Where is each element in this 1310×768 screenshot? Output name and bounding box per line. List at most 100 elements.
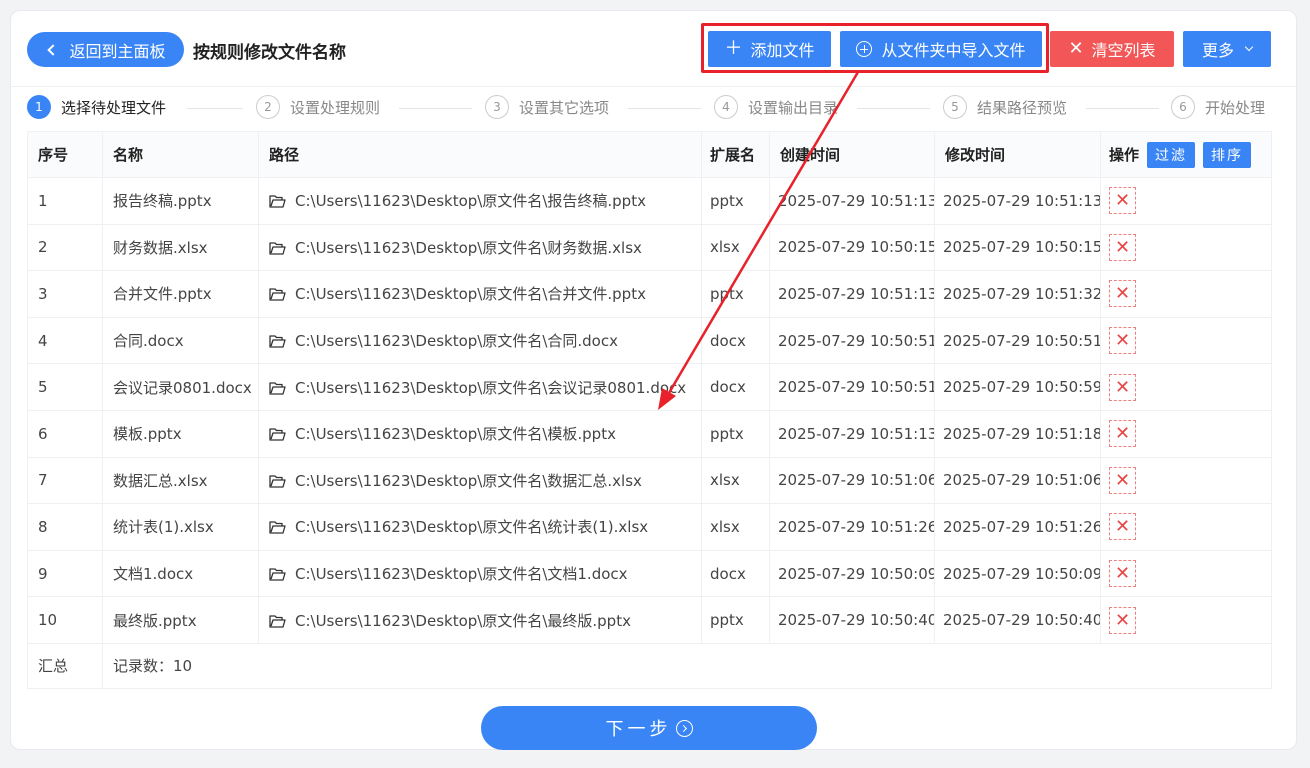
header-action-label: 操作 bbox=[1109, 146, 1140, 164]
cell-name: 财务数据.xlsx bbox=[102, 223, 259, 272]
table-header-row: 序号 名称 路径 扩展名 创建时间 修改时间 操作 过滤 排序 bbox=[27, 131, 1272, 178]
cell-index: 8 bbox=[27, 503, 103, 551]
table-row[interactable]: 5 会议记录0801.docx C:\Users\11623\Desktop\原文件… bbox=[27, 363, 1272, 411]
cell-modified-time: 2025-07-29 10:51:32 bbox=[934, 270, 1101, 318]
folder-icon[interactable] bbox=[269, 241, 286, 255]
cell-path: C:\Users\11623\Desktop\原文件名\会议记录0801.doc… bbox=[258, 363, 702, 411]
delete-row-button[interactable]: ✕ bbox=[1109, 373, 1136, 401]
cell-name: 最终版.pptx bbox=[102, 596, 259, 644]
delete-row-button[interactable]: ✕ bbox=[1109, 327, 1136, 355]
clear-list-label: 清空列表 bbox=[1091, 41, 1156, 60]
cell-path-text: C:\Users\11623\Desktop\原文件名\合并文件.pptx bbox=[295, 285, 646, 304]
folder-icon[interactable] bbox=[269, 474, 286, 488]
cell-extension: pptx bbox=[701, 596, 770, 644]
header-modified-time: 修改时间 bbox=[934, 131, 1101, 178]
chevron-left-icon bbox=[47, 43, 60, 56]
cell-actions: ✕ bbox=[1100, 596, 1272, 644]
import-from-folder-button[interactable]: 从文件夹中导入文件 bbox=[840, 31, 1042, 67]
circle-plus-icon bbox=[856, 41, 873, 57]
cell-path: C:\Users\11623\Desktop\原文件名\统计表(1).xlsx bbox=[258, 503, 702, 551]
close-icon: ✕ bbox=[1114, 469, 1131, 491]
import-folder-label: 从文件夹中导入文件 bbox=[881, 41, 1026, 60]
header-path: 路径 bbox=[258, 131, 702, 178]
more-button[interactable]: 更多 bbox=[1183, 31, 1271, 67]
cell-created-time: 2025-07-29 10:50:40 bbox=[769, 596, 935, 644]
delete-row-button[interactable]: ✕ bbox=[1109, 187, 1136, 215]
delete-row-button[interactable]: ✕ bbox=[1109, 606, 1136, 634]
step-number: 1 bbox=[27, 95, 51, 119]
header-index: 序号 bbox=[27, 131, 103, 178]
step-number: 6 bbox=[1171, 95, 1195, 119]
table-row[interactable]: 9 文档1.docx C:\Users\11623\Desktop\原文件名\文档1… bbox=[27, 549, 1272, 598]
next-step-button[interactable]: 下一步 bbox=[481, 706, 817, 750]
step-label: 结果路径预览 bbox=[977, 98, 1068, 117]
delete-row-button[interactable]: ✕ bbox=[1109, 280, 1136, 308]
step-label: 设置其它选项 bbox=[519, 98, 610, 117]
cell-index: 1 bbox=[27, 177, 103, 225]
cell-actions: ✕ bbox=[1100, 270, 1272, 318]
table-row[interactable]: 8 统计表(1).xlsx C:\Users\11623\Desktop\原文件名\… bbox=[27, 503, 1272, 551]
cell-index: 7 bbox=[27, 456, 103, 505]
cell-path: C:\Users\11623\Desktop\原文件名\最终版.pptx bbox=[258, 596, 702, 644]
cell-extension: docx bbox=[701, 549, 770, 598]
cell-path-text: C:\Users\11623\Desktop\原文件名\最终版.pptx bbox=[295, 611, 631, 630]
cell-path-text: C:\Users\11623\Desktop\原文件名\模板.pptx bbox=[295, 425, 616, 444]
step-connector bbox=[399, 108, 472, 109]
delete-row-button[interactable]: ✕ bbox=[1109, 466, 1136, 494]
folder-icon[interactable] bbox=[269, 614, 286, 628]
folder-icon[interactable] bbox=[269, 381, 286, 395]
add-file-button[interactable]: ＋ 添加文件 bbox=[708, 31, 831, 67]
back-button-label: 返回到主面板 bbox=[69, 41, 166, 61]
cell-path: C:\Users\11623\Desktop\原文件名\模板.pptx bbox=[258, 409, 702, 458]
header-actions: 操作 过滤 排序 bbox=[1100, 131, 1272, 178]
table-row[interactable]: 1 报告终稿.pptx C:\Users\11623\Desktop\原文件名\报告… bbox=[27, 177, 1272, 225]
cell-extension: xlsx bbox=[701, 223, 770, 272]
delete-row-button[interactable]: ✕ bbox=[1109, 233, 1136, 261]
cell-actions: ✕ bbox=[1100, 223, 1272, 272]
cell-created-time: 2025-07-29 10:51:26 bbox=[769, 503, 935, 551]
cell-path-text: C:\Users\11623\Desktop\原文件名\会议记录0801.doc… bbox=[295, 378, 687, 397]
delete-row-button[interactable]: ✕ bbox=[1109, 560, 1136, 588]
more-label: 更多 bbox=[1201, 41, 1234, 60]
step-label: 设置输出目录 bbox=[748, 98, 839, 117]
delete-row-button[interactable]: ✕ bbox=[1109, 420, 1136, 448]
close-icon: ✕ bbox=[1114, 236, 1131, 258]
folder-icon[interactable] bbox=[269, 194, 286, 208]
cell-name: 文档1.docx bbox=[102, 549, 259, 598]
table-row[interactable]: 4 合同.docx C:\Users\11623\Desktop\原文件名\合同.d… bbox=[27, 316, 1272, 365]
page-title: 按规则修改文件名称 bbox=[193, 43, 346, 63]
cell-path-text: C:\Users\11623\Desktop\原文件名\报告终稿.pptx bbox=[295, 192, 646, 211]
cell-name: 合并文件.pptx bbox=[102, 270, 259, 318]
folder-icon[interactable] bbox=[269, 567, 286, 581]
plus-icon: ＋ bbox=[724, 38, 743, 59]
close-icon: ✕ bbox=[1114, 423, 1131, 445]
cell-modified-time: 2025-07-29 10:50:59 bbox=[934, 363, 1101, 411]
table-row[interactable]: 3 合并文件.pptx C:\Users\11623\Desktop\原文件名\合并… bbox=[27, 270, 1272, 318]
close-icon: ✕ bbox=[1114, 283, 1131, 305]
folder-icon[interactable] bbox=[269, 427, 286, 441]
table-row[interactable]: 10 最终版.pptx C:\Users\11623\Desktop\原文件名\最终… bbox=[27, 596, 1272, 644]
cell-actions: ✕ bbox=[1100, 363, 1272, 411]
step-connector bbox=[187, 108, 243, 109]
clear-list-button[interactable]: ✕ 清空列表 bbox=[1050, 31, 1174, 67]
filter-button[interactable]: 过滤 bbox=[1147, 141, 1196, 168]
cell-modified-time: 2025-07-29 10:51:13 bbox=[934, 177, 1101, 225]
table-row[interactable]: 2 财务数据.xlsx C:\Users\11623\Desktop\原文件名\财务… bbox=[27, 223, 1272, 272]
cell-index: 6 bbox=[27, 409, 103, 458]
cell-actions: ✕ bbox=[1100, 177, 1272, 225]
add-file-label: 添加文件 bbox=[750, 41, 815, 60]
cell-index: 5 bbox=[27, 363, 103, 411]
step-2: 2 设置处理规则 bbox=[256, 95, 380, 119]
folder-icon[interactable] bbox=[269, 520, 286, 535]
cell-created-time: 2025-07-29 10:51:13 bbox=[769, 270, 935, 318]
folder-icon[interactable] bbox=[269, 287, 286, 302]
back-to-main-button[interactable]: 返回到主面板 bbox=[27, 32, 184, 67]
delete-row-button[interactable]: ✕ bbox=[1109, 513, 1136, 541]
folder-icon[interactable] bbox=[269, 334, 286, 348]
cell-created-time: 2025-07-29 10:50:09 bbox=[769, 549, 935, 598]
sort-button[interactable]: 排序 bbox=[1203, 141, 1252, 168]
table-row[interactable]: 6 模板.pptx C:\Users\11623\Desktop\原文件名\模板.p… bbox=[27, 409, 1272, 458]
cell-actions: ✕ bbox=[1100, 316, 1272, 365]
summary-value: 记录数：10 bbox=[102, 642, 1272, 689]
table-row[interactable]: 7 数据汇总.xlsx C:\Users\11623\Desktop\原文件名\数据… bbox=[27, 456, 1272, 505]
